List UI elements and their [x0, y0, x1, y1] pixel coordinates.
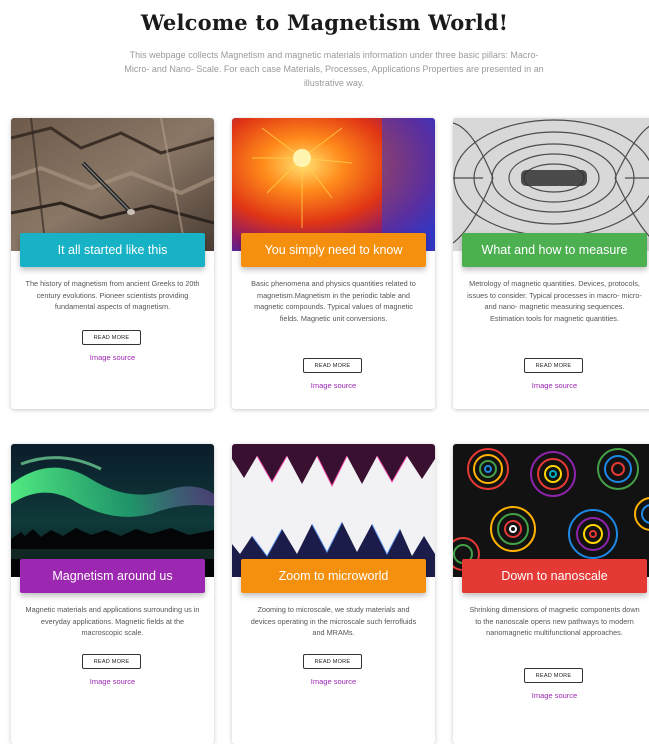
lodestone-rock-image	[11, 118, 214, 251]
card-heading[interactable]: Zoom to microworld	[241, 559, 426, 593]
card-heading[interactable]: What and how to measure	[462, 233, 647, 267]
read-more-button[interactable]: READ MORE	[303, 654, 362, 669]
image-source-link[interactable]: Image source	[453, 381, 649, 390]
card-description: The history of magnetism from ancient Gr…	[25, 279, 200, 311]
card-basics: You simply need to know Basic phenomena …	[232, 118, 435, 409]
card-measure: What and how to measure Metrology of mag…	[453, 118, 649, 409]
image-source-link[interactable]: Image source	[453, 691, 649, 700]
image-source-link[interactable]: Image source	[11, 353, 214, 362]
intro-text: This webpage collects Magnetism and magn…	[124, 50, 544, 88]
card-nanoscale: Down to nanoscale Shrinking dimensions o…	[453, 444, 649, 744]
card-heading[interactable]: It all started like this	[20, 233, 205, 267]
magnetic-field-heatmap-image	[232, 118, 435, 251]
read-more-button[interactable]: READ MORE	[524, 668, 583, 683]
card-around-us: Magnetism around us Magnetic materials a…	[11, 444, 214, 744]
card-microworld: Zoom to microworld Zooming to microscale…	[232, 444, 435, 744]
card-heading[interactable]: Magnetism around us	[20, 559, 205, 593]
read-more-button[interactable]: READ MORE	[303, 358, 362, 373]
card-description: Zooming to microscale, we study material…	[250, 605, 417, 637]
read-more-button[interactable]: READ MORE	[524, 358, 583, 373]
card-history: It all started like this The history of …	[11, 118, 214, 409]
nanoscale-texture-image	[453, 444, 649, 577]
card-description: Basic phenomena and physics quantities r…	[251, 279, 416, 323]
image-source-link[interactable]: Image source	[232, 677, 435, 686]
card-heading[interactable]: You simply need to know	[241, 233, 426, 267]
read-more-button[interactable]: READ MORE	[82, 654, 141, 669]
card-description: Metrology of magnetic quantities. Device…	[467, 279, 642, 323]
card-description: Shrinking dimensions of magnetic compone…	[469, 605, 640, 637]
page-title: Welcome to Magnetism World!	[140, 10, 509, 35]
image-source-link[interactable]: Image source	[11, 677, 214, 686]
image-source-link[interactable]: Image source	[232, 381, 435, 390]
iron-filings-image	[453, 118, 649, 251]
card-heading[interactable]: Down to nanoscale	[462, 559, 647, 593]
read-more-button[interactable]: READ MORE	[82, 330, 141, 345]
ferrofluid-image	[232, 444, 435, 577]
card-description: Magnetic materials and applications surr…	[25, 605, 200, 637]
aurora-image	[11, 444, 214, 577]
